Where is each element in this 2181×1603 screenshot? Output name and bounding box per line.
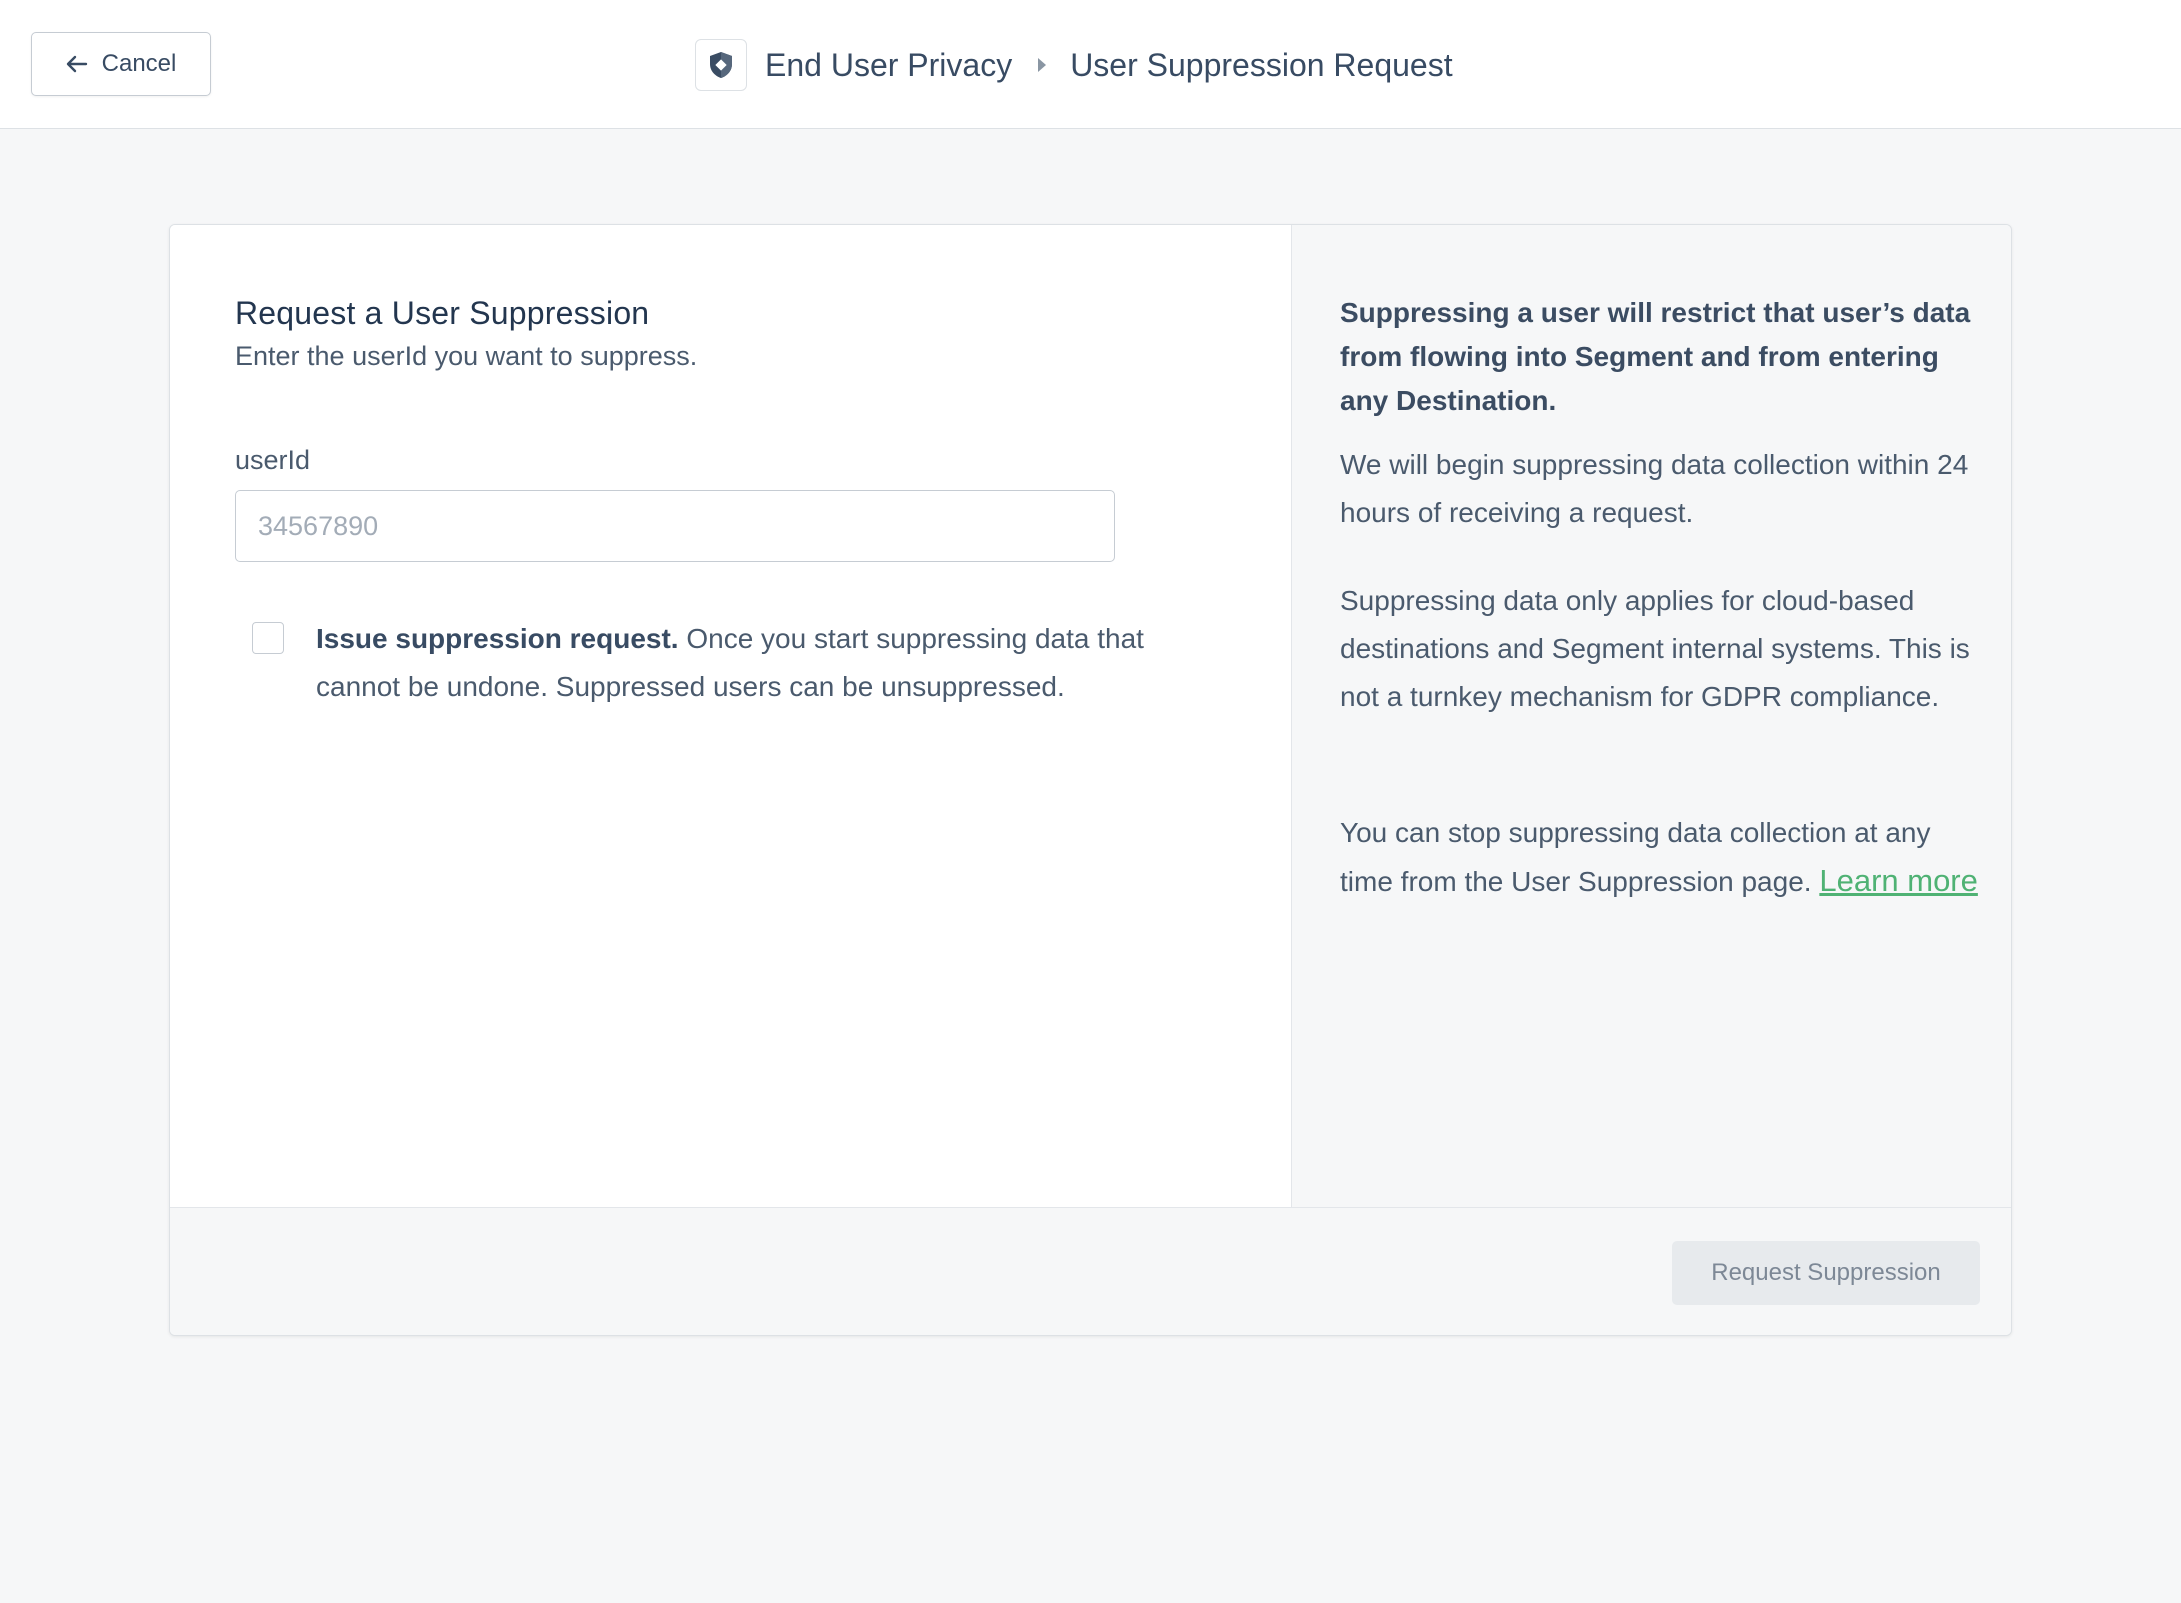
suppression-card: Request a User Suppression Enter the use… [169,224,2012,1336]
breadcrumb-parent[interactable]: End User Privacy [765,47,1012,84]
userid-label: userId [235,445,311,475]
cancel-button[interactable]: Cancel [31,32,211,96]
confirm-strong: Issue suppression request. [316,623,679,654]
info-paragraph-3: Suppressing data only applies for cloud-… [1340,585,1970,712]
userid-input[interactable] [235,490,1115,562]
confirm-checkbox[interactable] [252,622,284,654]
confirm-text: Issue suppression request. Once you star… [316,615,1192,711]
info-paragraph-1: Suppressing a user will restrict that us… [1340,297,1971,416]
confirm-row: Issue suppression request. Once you star… [252,615,1192,711]
arrow-left-icon [66,55,88,73]
card-footer: Request Suppression [170,1207,2011,1335]
chevron-right-icon [1036,56,1048,74]
info-paragraph-2: We will begin suppressing data collectio… [1340,449,1969,528]
form-panel: Request a User Suppression Enter the use… [170,225,1292,1207]
request-suppression-button[interactable]: Request Suppression [1672,1241,1980,1305]
info-panel: Suppressing a user will restrict that us… [1292,225,2011,1207]
info-paragraph-4: You can stop suppressing data collection… [1340,809,1980,906]
shield-icon [695,39,747,91]
breadcrumb: End User Privacy User Suppression Reques… [695,38,1453,92]
form-subtitle: Enter the userId you want to suppress. [235,341,698,371]
cancel-label: Cancel [101,50,177,77]
top-bar: Cancel End User Privacy User Suppression… [0,0,2181,129]
form-title: Request a User Suppression [235,295,650,331]
breadcrumb-current: User Suppression Request [1070,46,1453,83]
learn-more-link[interactable]: Learn more [1819,863,1978,898]
